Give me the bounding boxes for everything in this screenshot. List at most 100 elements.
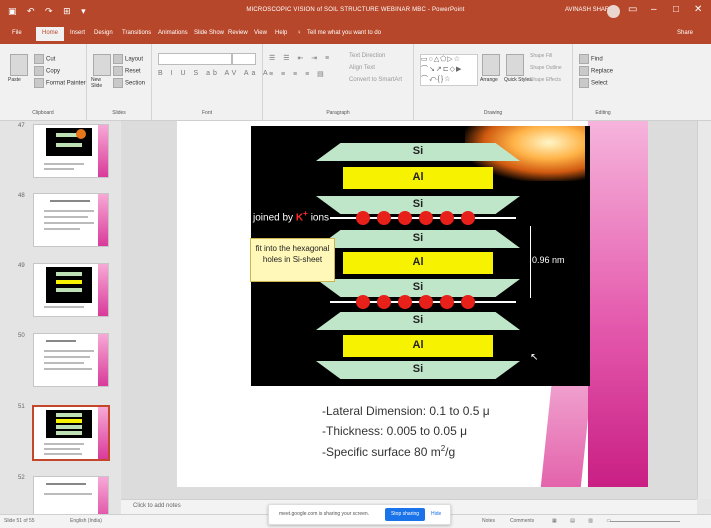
replace-icon — [579, 66, 589, 76]
minimize-button[interactable]: – — [651, 4, 657, 15]
bullet-thickness: -Thickness: 0.005 to 0.05 μ — [322, 424, 467, 438]
dimension-line — [530, 226, 531, 298]
comments-toggle[interactable]: Comments — [510, 518, 534, 524]
drawing-group: ▭○△⬠▷☆ ⌒↘↗⊏◇▶ ⌒⤺{}☆ Arrange Quick Styles… — [414, 44, 573, 120]
cut-button[interactable]: Cut — [34, 54, 55, 64]
callout-line: holes in Si-sheet — [262, 255, 323, 264]
slide-number: 48 — [18, 193, 25, 199]
editing-group: Find Replace Select Editing — [573, 44, 633, 120]
layout-button[interactable]: Layout — [113, 54, 143, 64]
slide-number: 50 — [18, 333, 25, 339]
screen-share-bar: meet.google.com is sharing your screen. … — [268, 504, 451, 525]
quick-styles-button[interactable]: Quick Styles — [504, 77, 532, 83]
vertical-scrollbar[interactable] — [697, 121, 711, 499]
bullet-lateral: -Lateral Dimension: 0.1 to 0.5 μ — [322, 404, 490, 418]
shape-outline-button[interactable]: Shape Outline — [530, 65, 562, 71]
tell-me-search[interactable]: Tell me what you want to do — [307, 30, 381, 36]
section-icon — [113, 78, 123, 88]
clipboard-group: Paste Cut Copy Format Painter Clipboard — [0, 44, 87, 120]
section-button[interactable]: Section — [113, 78, 145, 88]
tab-help[interactable]: Help — [275, 30, 287, 36]
stop-sharing-button[interactable]: Stop sharing — [385, 508, 425, 521]
slide-number: 51 — [18, 404, 25, 410]
tab-insert[interactable]: Insert — [70, 30, 85, 36]
slide-thumbnail[interactable] — [33, 476, 109, 514]
align-text-button[interactable]: Align Text — [349, 65, 375, 71]
format-painter-button[interactable]: Format Painter — [34, 78, 86, 88]
new-slide-icon[interactable] — [93, 54, 111, 76]
slide-count: Slide 51 of 55 — [4, 518, 35, 524]
font-size-box[interactable] — [232, 53, 256, 65]
tab-animations[interactable]: Animations — [158, 30, 188, 36]
share-button[interactable]: Share — [677, 30, 693, 36]
close-button[interactable]: ✕ — [694, 4, 702, 15]
clipboard-label: Clipboard — [32, 110, 54, 116]
replace-button[interactable]: Replace — [579, 66, 613, 76]
tab-design[interactable]: Design — [94, 30, 113, 36]
tab-slide-show[interactable]: Slide Show — [194, 30, 224, 36]
slide-thumbnail[interactable] — [33, 333, 109, 387]
paste-icon[interactable] — [10, 54, 28, 76]
language-indicator[interactable]: English (India) — [70, 518, 102, 524]
tab-view[interactable]: View — [254, 30, 267, 36]
search-icon — [579, 54, 589, 64]
copy-button[interactable]: Copy — [34, 66, 60, 76]
layout-icon — [113, 54, 123, 64]
tab-file[interactable]: File — [12, 30, 22, 36]
shapes-gallery[interactable]: ▭○△⬠▷☆ ⌒↘↗⊏◇▶ ⌒⤺{}☆ — [420, 54, 478, 86]
arrange-icon[interactable] — [482, 54, 500, 76]
tab-review[interactable]: Review — [228, 30, 248, 36]
convert-smartart-button[interactable]: Convert to SmartArt — [349, 77, 402, 83]
k-ion — [377, 211, 391, 225]
list-buttons[interactable]: ☰ ☰ ⇤ ⇥ ≡ — [269, 54, 332, 62]
view-buttons[interactable]: ▦ ▤ ▥ ▭ — [552, 518, 617, 524]
layer-label: Si — [412, 363, 424, 375]
tab-home[interactable]: Home — [36, 27, 65, 41]
slide-thumbnail[interactable] — [33, 193, 109, 247]
avatar[interactable] — [607, 5, 620, 18]
slide-number: 49 — [18, 263, 25, 269]
shape-effects-button[interactable]: Shape Effects — [530, 77, 561, 83]
zoom-slider[interactable] — [610, 521, 680, 522]
drawing-label: Drawing — [483, 110, 503, 116]
bullet-surface: -Specific surface 80 m2/g — [322, 444, 456, 459]
shape-fill-button[interactable]: Shape Fill — [530, 53, 552, 59]
layer-label: Al — [412, 339, 424, 351]
slides-group: New Slide Layout Reset Section Slides — [87, 44, 152, 120]
slides-label: Slides — [112, 110, 126, 116]
notes-toggle[interactable]: Notes — [482, 518, 495, 524]
layer-label: Si — [412, 314, 424, 326]
mouse-cursor-icon: ↖ — [530, 352, 539, 363]
select-icon — [579, 78, 589, 88]
find-button[interactable]: Find — [579, 54, 603, 64]
notes-placeholder[interactable]: Click to add notes — [133, 503, 181, 509]
paste-button[interactable]: Paste — [8, 77, 21, 83]
tab-transitions[interactable]: Transitions — [122, 30, 151, 36]
select-button[interactable]: Select — [579, 78, 608, 88]
layer-label: Si — [412, 281, 424, 293]
k-ion — [419, 211, 433, 225]
font-format-buttons[interactable]: B I U S ab AV Aa A — [158, 70, 271, 77]
dimension-label: 0.96 nm — [532, 255, 565, 265]
quick-styles-icon[interactable] — [506, 54, 524, 76]
align-buttons[interactable]: ≡ ≡ ≡ ≡ ▤ — [269, 70, 327, 78]
new-slide-button[interactable]: New Slide — [91, 77, 113, 89]
layer-label: Si — [412, 145, 424, 157]
hide-button[interactable]: Hide — [431, 511, 441, 517]
ribbon-display-icon[interactable]: ▭ — [628, 4, 637, 15]
k-ion — [461, 211, 475, 225]
layer-label: Al — [412, 256, 424, 268]
arrange-button[interactable]: Arrange — [480, 77, 498, 83]
slide-thumbnail[interactable] — [33, 124, 109, 178]
k-ion — [461, 295, 475, 309]
slide-number: 52 — [18, 475, 25, 481]
slide-thumbnail[interactable] — [33, 263, 109, 317]
brush-icon — [34, 78, 44, 88]
text-direction-button[interactable]: Text Direction — [349, 53, 385, 59]
slide-thumbnail-panel[interactable]: 47 48 49 50 51 52 — [0, 121, 120, 514]
slide-thumbnail-selected[interactable] — [32, 405, 110, 461]
maximize-button[interactable]: □ — [673, 4, 679, 15]
font-name-box[interactable] — [158, 53, 232, 65]
k-ion — [440, 295, 454, 309]
reset-button[interactable]: Reset — [113, 66, 141, 76]
